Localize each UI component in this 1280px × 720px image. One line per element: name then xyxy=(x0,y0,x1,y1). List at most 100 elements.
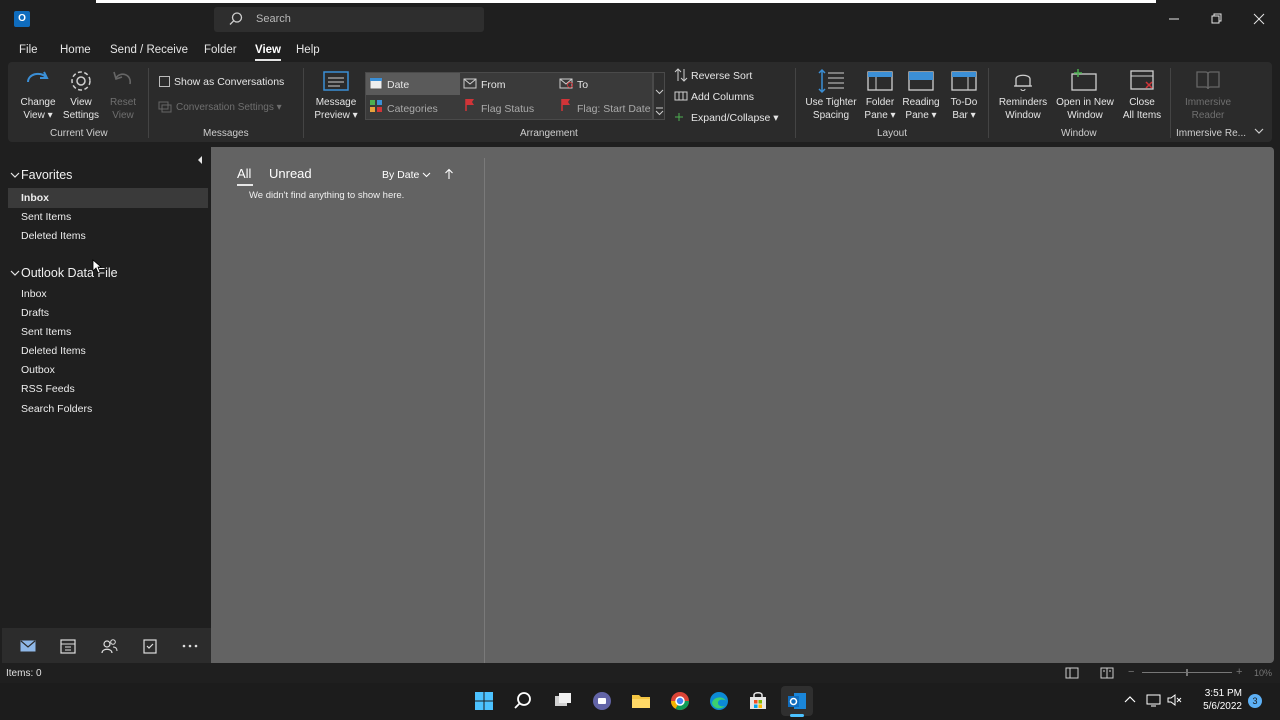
show-conversations-label[interactable]: Show as Conversations xyxy=(174,76,284,88)
folder-deleted-items[interactable]: Deleted Items xyxy=(21,345,86,357)
zoom-slider-thumb[interactable] xyxy=(1186,669,1188,676)
arrange-by-flag-status[interactable]: Flag Status xyxy=(481,103,534,115)
chevron-down-icon[interactable] xyxy=(10,269,20,277)
favorites-header[interactable]: Favorites xyxy=(21,168,72,182)
favorites-deleted-items[interactable]: Deleted Items xyxy=(21,230,86,242)
view-settings-button[interactable]: View Settings xyxy=(58,96,104,122)
close-all-items-button[interactable]: Close All Items xyxy=(1118,96,1166,122)
reset-view-button[interactable]: Reset View xyxy=(104,96,142,122)
volume-muted-icon[interactable] xyxy=(1167,693,1183,707)
tighter-spacing-icon xyxy=(818,68,844,94)
taskbar-search-icon[interactable] xyxy=(512,690,534,712)
folder-outbox[interactable]: Outbox xyxy=(21,364,55,376)
task-view-icon[interactable] xyxy=(552,690,574,712)
restore-icon[interactable] xyxy=(1206,9,1226,29)
change-view-button[interactable]: Change View ▾ xyxy=(16,96,60,122)
menu-view[interactable]: View xyxy=(255,44,281,56)
menu-folder[interactable]: Folder xyxy=(204,44,237,56)
data-file-header[interactable]: Outlook Data File xyxy=(21,266,118,280)
folder-pane-line2: Pane ▾ xyxy=(864,110,896,121)
reminders-window-button[interactable]: Reminders Window xyxy=(996,96,1050,122)
outlook-app-icon[interactable]: O xyxy=(14,11,30,27)
gear-icon xyxy=(71,71,91,91)
chrome-icon[interactable] xyxy=(669,690,691,712)
folder-pane-button[interactable]: Folder Pane ▾ xyxy=(860,96,900,122)
zoom-in-icon[interactable]: + xyxy=(1236,666,1242,678)
arrange-by-categories[interactable]: Categories xyxy=(387,103,438,115)
arrange-by-to[interactable]: To xyxy=(577,79,588,91)
tighter-spacing-line1: Use Tighter xyxy=(805,97,857,108)
more-apps-icon[interactable] xyxy=(181,637,199,655)
calendar-icon xyxy=(369,77,383,90)
folder-sent-items[interactable]: Sent Items xyxy=(21,326,71,338)
immersive-reader-button[interactable]: Immersive Reader xyxy=(1180,96,1236,122)
folder-drafts[interactable]: Drafts xyxy=(21,307,49,319)
todo-bar-button[interactable]: To-Do Bar ▾ xyxy=(944,96,984,122)
active-app-indicator xyxy=(790,714,804,717)
taskbar-clock-date[interactable]: 5/6/2022 xyxy=(1190,701,1242,712)
sort-by-date-button[interactable]: By Date xyxy=(382,169,419,181)
expand-collapse-button[interactable]: Expand/Collapse ▾ xyxy=(691,112,779,124)
sort-direction-arrow-icon[interactable] xyxy=(444,168,454,180)
edge-icon[interactable] xyxy=(708,690,730,712)
notification-badge[interactable]: 3 xyxy=(1248,694,1262,708)
arrangement-gallery-scroll[interactable] xyxy=(653,72,665,120)
open-new-line1: Open in New xyxy=(1056,97,1114,108)
teams-chat-icon[interactable] xyxy=(591,690,613,712)
folder-rss-feeds[interactable]: RSS Feeds xyxy=(21,383,75,395)
arrange-by-date[interactable]: Date xyxy=(387,79,409,91)
taskbar-clock-time[interactable]: 3:51 PM xyxy=(1190,688,1242,699)
menu-bar xyxy=(0,38,1280,62)
open-in-new-window-button[interactable]: Open in New Window xyxy=(1052,96,1118,122)
tab-unread[interactable]: Unread xyxy=(269,166,312,181)
zoom-out-icon[interactable]: − xyxy=(1128,666,1134,678)
folder-pane-line1: Folder xyxy=(865,97,895,108)
file-explorer-icon[interactable] xyxy=(630,690,652,712)
use-tighter-spacing-button[interactable]: Use Tighter Spacing xyxy=(802,96,860,122)
menu-home[interactable]: Home xyxy=(60,44,91,56)
windows-start-icon[interactable] xyxy=(473,690,495,712)
conversation-settings-button[interactable]: Conversation Settings ▾ xyxy=(176,102,282,113)
close-icon[interactable] xyxy=(1249,9,1269,29)
arrange-by-from[interactable]: From xyxy=(481,79,506,91)
zoom-percent[interactable]: 10% xyxy=(1254,668,1272,678)
store-icon[interactable] xyxy=(747,690,769,712)
chevron-down-icon[interactable] xyxy=(10,171,20,179)
pane-divider[interactable] xyxy=(484,158,485,663)
immersive-group-label: Immersive Re... xyxy=(1176,128,1247,139)
favorites-sent-items[interactable]: Sent Items xyxy=(21,211,71,223)
menu-help[interactable]: Help xyxy=(296,44,320,56)
tab-all[interactable]: All xyxy=(237,166,251,181)
add-columns-button[interactable]: Add Columns xyxy=(691,91,754,103)
message-preview-button[interactable]: Message Preview ▾ xyxy=(312,96,360,122)
reading-view-icon[interactable] xyxy=(1100,667,1114,679)
calendar-module-icon[interactable] xyxy=(59,637,77,655)
chevron-up-icon[interactable] xyxy=(1124,695,1136,705)
normal-view-icon[interactable] xyxy=(1065,667,1079,679)
conversation-settings-icon xyxy=(158,101,172,113)
items-count: Items: 0 xyxy=(6,668,42,679)
folder-inbox[interactable]: Inbox xyxy=(21,288,47,300)
tasks-icon[interactable] xyxy=(141,637,159,655)
network-icon[interactable] xyxy=(1146,693,1162,707)
menu-send-receive[interactable]: Send / Receive xyxy=(110,44,188,56)
people-icon[interactable] xyxy=(100,637,118,655)
immersive-reader-icon xyxy=(1196,71,1220,90)
flag-start-icon xyxy=(561,99,570,111)
search-icon xyxy=(229,12,243,25)
reading-pane-button[interactable]: Reading Pane ▾ xyxy=(900,96,942,122)
minimize-icon[interactable] xyxy=(1164,9,1184,29)
reverse-sort-button[interactable]: Reverse Sort xyxy=(691,70,752,82)
search-box[interactable]: Search xyxy=(214,7,484,32)
menu-file[interactable]: File xyxy=(19,44,38,56)
arrange-by-flag-start-date[interactable]: Flag: Start Date xyxy=(577,103,651,115)
outlook-taskbar-icon[interactable] xyxy=(786,690,808,712)
undo-icon xyxy=(113,71,131,85)
show-conversations-checkbox[interactable] xyxy=(159,76,170,87)
folder-search-folders[interactable]: Search Folders xyxy=(21,403,92,415)
immersive-line2: Reader xyxy=(1191,110,1225,121)
favorites-inbox[interactable]: Inbox xyxy=(21,192,49,204)
ribbon-collapse-icon[interactable] xyxy=(1254,127,1264,135)
collapse-folder-pane-icon[interactable] xyxy=(194,154,206,166)
mail-icon[interactable] xyxy=(19,637,37,655)
